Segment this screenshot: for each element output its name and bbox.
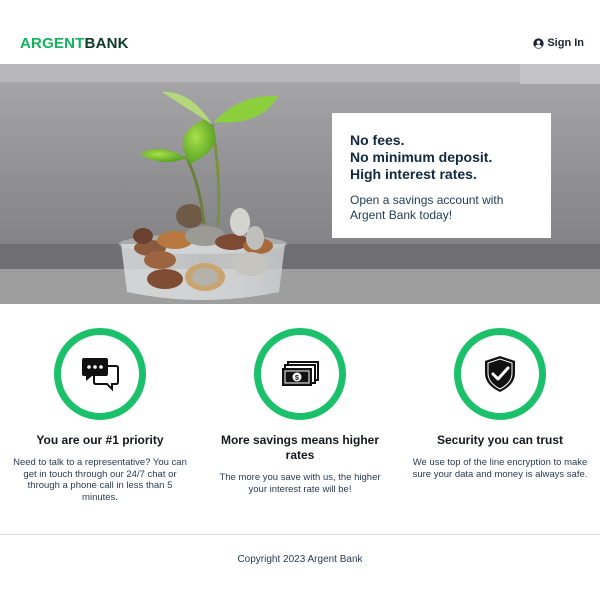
- shield-check-icon: [485, 356, 515, 392]
- feature-priority: You are our #1 priority Need to talk to …: [10, 328, 190, 503]
- feature-title: You are our #1 priority: [36, 433, 164, 447]
- footer-divider: [0, 534, 600, 535]
- brand-logo-part1: ARGENT: [20, 35, 85, 52]
- feature-text: We use top of the line encryption to mak…: [412, 457, 588, 480]
- promo-headline-1: No fees.: [350, 132, 405, 148]
- money-bills-icon: $: [282, 361, 319, 386]
- feature-icon-ring: [54, 328, 146, 420]
- sign-in-link[interactable]: Sign In: [533, 37, 584, 49]
- promo-card: No fees. No minimum deposit. High intere…: [332, 113, 551, 238]
- user-circle-icon: [533, 37, 544, 49]
- feature-title: More savings means higher rates: [220, 433, 380, 462]
- hero-banner: No fees. No minimum deposit. High intere…: [0, 64, 600, 304]
- feature-security: Security you can trust We use top of the…: [410, 328, 590, 480]
- feature-text: Need to talk to a representative? You ca…: [13, 457, 187, 503]
- feature-text: The more you save with us, the higher yo…: [219, 472, 381, 495]
- footer-copyright: Copyright 2023 Argent Bank: [237, 554, 363, 565]
- feature-title: Security you can trust: [436, 433, 564, 447]
- promo-headline-2: No minimum deposit.: [350, 149, 493, 165]
- feature-icon-ring: [454, 328, 546, 420]
- brand-logo-part2: BANK: [84, 35, 129, 52]
- sign-in-label: Sign In: [547, 37, 584, 49]
- feature-savings: $ More savings means higher rates The mo…: [210, 328, 390, 495]
- brand-logo[interactable]: ARGENTBANK: [20, 36, 129, 52]
- chat-bubbles-icon: [82, 358, 119, 392]
- promo-headline-3: High interest rates.: [350, 166, 477, 182]
- promo-subtext: Open a savings account with Argent Bank …: [350, 193, 504, 222]
- site-header: ARGENTBANK Sign In: [0, 0, 600, 64]
- svg-text:$: $: [295, 375, 299, 382]
- feature-icon-ring: $: [254, 328, 346, 420]
